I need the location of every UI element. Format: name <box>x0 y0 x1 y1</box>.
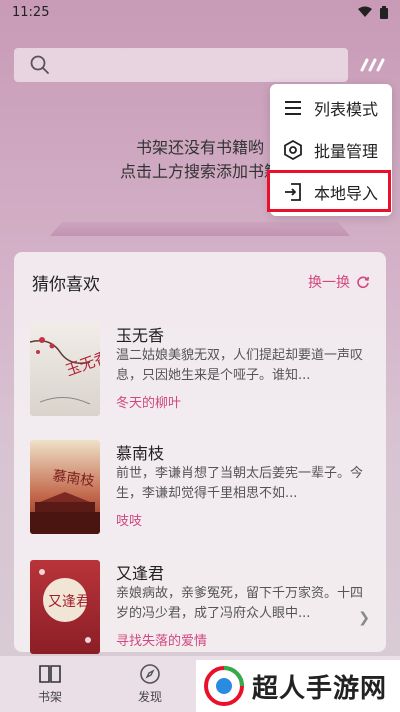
tab-label: 书架 <box>37 690 62 704</box>
book-title: 玉无香 <box>116 326 165 345</box>
book-description: 亲娘病故，亲爹冤死，留下千万家资。十四岁的冯少君，成了冯府众人眼中... <box>116 586 364 621</box>
recommend-card: 猜你喜欢 换一换 玉无香 玉无香 温二姑娘美貌无双，人们提起却要道一声叹息，只因… <box>14 252 386 654</box>
battery-icon <box>380 5 388 19</box>
menu-item-batch-manage[interactable]: 批量管理 <box>270 130 392 170</box>
chevron-right-icon[interactable]: ❯ <box>358 610 370 626</box>
hexagon-settings-icon <box>282 139 304 161</box>
menu-item-list-mode[interactable]: 列表模式 <box>270 88 392 128</box>
book-item[interactable]: 又逢君 又逢君 亲娘病故，亲爹冤死，留下千万家资。十四岁的冯少君，成了冯府众人眼… <box>30 560 370 654</box>
cover-title: 玉无香 <box>63 347 100 379</box>
book-description: 前世，李谦肖想了当朝太后姜宪一辈子。今生，李谦却觉得千里相思不如... <box>116 466 364 501</box>
search-icon <box>30 55 49 74</box>
refresh-label: 换一换 <box>308 275 350 291</box>
book-icon <box>20 662 80 686</box>
menu-item-label: 本地导入 <box>314 184 379 203</box>
book-cover: 慕南枝 <box>30 440 100 534</box>
import-icon <box>282 181 304 203</box>
book-item[interactable]: 玉无香 玉无香 温二姑娘美貌无双，人们提起却要道一声叹息，只因她生来是个哑子。谁… <box>30 322 370 416</box>
tab-discover[interactable]: 发现 <box>120 662 180 705</box>
book-title: 又逢君 <box>116 564 165 583</box>
book-author: 吱吱 <box>116 514 143 529</box>
recommend-title: 猜你喜欢 <box>32 275 100 295</box>
book-item[interactable]: 慕南枝 慕南枝 前世，李谦肖想了当朝太后姜宪一辈子。今生，李谦却觉得千里相思不如… <box>30 440 370 534</box>
menu-item-local-import[interactable]: 本地导入 <box>270 172 392 212</box>
compass-icon <box>120 662 180 686</box>
watermark-text: 超人手游网 <box>252 673 388 704</box>
tab-bookshelf[interactable]: 书架 <box>20 662 80 705</box>
shelf-board <box>50 222 350 236</box>
status-bar: 11:25 <box>0 0 400 24</box>
tab-label: 发现 <box>137 690 162 704</box>
menu-item-label: 列表模式 <box>314 100 379 119</box>
cover-title: 又逢君 <box>48 594 90 610</box>
menu-item-label: 批量管理 <box>314 142 379 161</box>
book-description: 温二姑娘美貌无双，人们提起却要道一声叹息，只因她生来是个哑子。谁知... <box>116 348 364 383</box>
book-title: 慕南枝 <box>116 444 165 463</box>
search-bar[interactable] <box>14 48 348 82</box>
watermark: 超人手游网 <box>196 660 400 712</box>
book-cover: 玉无香 <box>30 322 100 416</box>
watermark-logo-icon <box>204 666 244 706</box>
wifi-icon <box>358 6 372 17</box>
status-time: 11:25 <box>12 4 50 20</box>
popup-menu: 列表模式 批量管理 本地导入 <box>270 84 392 216</box>
book-author: 寻找失落的爱情 <box>116 634 208 649</box>
cover-title: 慕南枝 <box>51 468 95 490</box>
status-icons <box>358 5 388 19</box>
book-author: 冬天的柳叶 <box>116 396 182 411</box>
refresh-button[interactable]: 换一换 <box>308 272 370 292</box>
more-options-icon[interactable] <box>358 58 386 72</box>
book-cover: 又逢君 <box>30 560 100 654</box>
list-icon <box>282 97 304 119</box>
refresh-icon <box>357 276 370 289</box>
